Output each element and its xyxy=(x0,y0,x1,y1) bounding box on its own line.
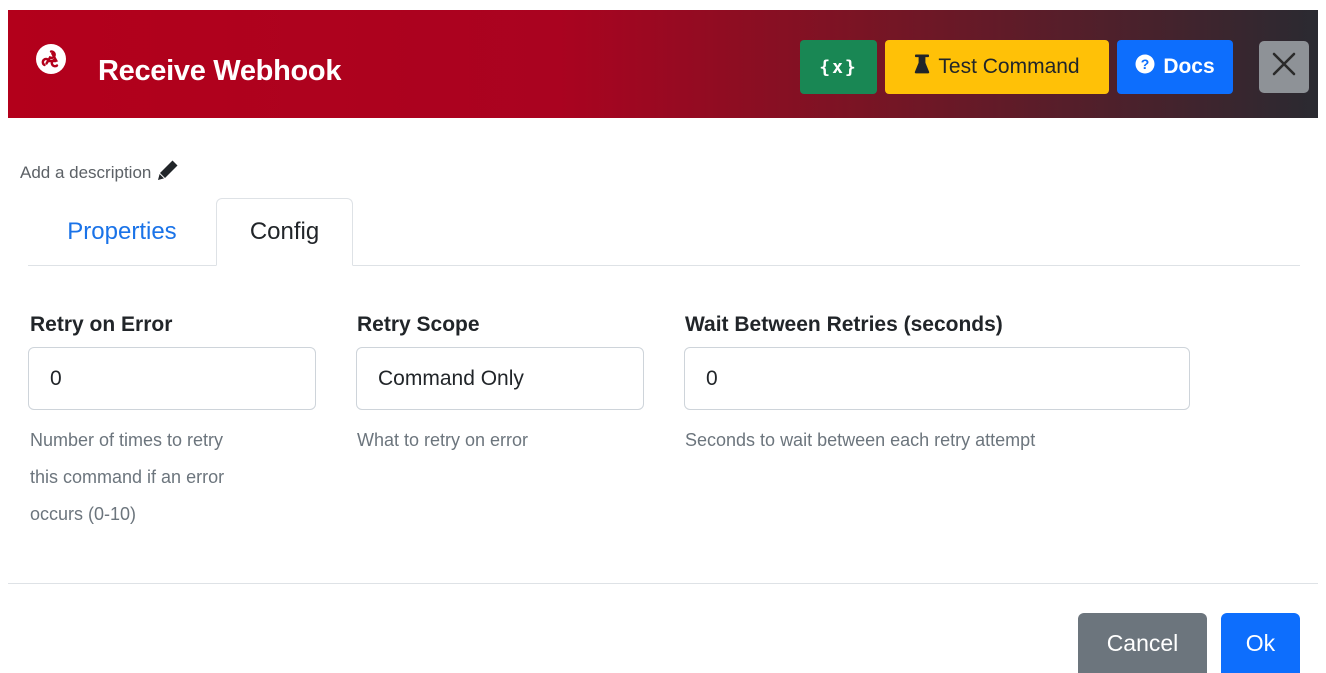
retry-scope-select[interactable]: Command Only xyxy=(356,347,644,410)
retry-on-error-value: 0 xyxy=(50,366,62,390)
svg-text:?: ? xyxy=(1141,56,1150,72)
variables-button[interactable]: {x} xyxy=(800,40,877,94)
retry-on-error-label: Retry on Error xyxy=(30,313,173,336)
close-button[interactable] xyxy=(1259,41,1309,93)
retry-on-error-input[interactable]: 0 xyxy=(28,347,316,410)
retry-scope-label: Retry Scope xyxy=(357,313,480,336)
docs-button[interactable]: ? Docs xyxy=(1117,40,1233,94)
ok-button-label: Ok xyxy=(1245,629,1276,656)
tab-config[interactable]: Config xyxy=(216,198,353,266)
ok-button[interactable]: Ok xyxy=(1221,613,1300,673)
retry-scope-value: Command Only xyxy=(378,366,524,390)
pencil-icon xyxy=(157,159,179,186)
description-text: Add a description xyxy=(20,162,152,182)
webhook-icon xyxy=(36,44,66,74)
cancel-button-label: Cancel xyxy=(1106,629,1179,656)
retry-on-error-help-line: occurs (0-10) xyxy=(30,504,137,524)
retry-on-error-help: Number of times to retry this command if… xyxy=(30,422,320,533)
modal-header: Receive Webhook {x} Test Command ? Docs xyxy=(8,10,1318,118)
modal-title: Receive Webhook xyxy=(98,55,342,87)
footer-divider xyxy=(8,583,1318,584)
variables-button-label: {x} xyxy=(819,56,858,78)
cancel-button[interactable]: Cancel xyxy=(1078,613,1207,673)
retry-scope-help: What to retry on error xyxy=(357,430,529,450)
test-command-label: Test Command xyxy=(938,55,1080,78)
test-command-button[interactable]: Test Command xyxy=(885,40,1109,94)
wait-between-retries-value: 0 xyxy=(706,366,718,390)
question-circle-icon: ? xyxy=(1135,54,1155,80)
wait-between-retries-label: Wait Between Retries (seconds) xyxy=(685,313,1003,336)
tab-properties-label: Properties xyxy=(67,218,177,245)
tab-properties[interactable]: Properties xyxy=(28,198,216,266)
docs-label: Docs xyxy=(1163,55,1215,78)
tab-config-label: Config xyxy=(249,218,320,245)
flask-icon xyxy=(914,54,930,80)
add-description[interactable]: Add a description xyxy=(20,159,179,186)
retry-on-error-help-line: this command if an error xyxy=(30,467,225,487)
retry-on-error-help-line: Number of times to retry xyxy=(30,430,224,450)
wait-between-retries-input[interactable]: 0 xyxy=(684,347,1190,410)
wait-between-retries-help: Seconds to wait between each retry attem… xyxy=(685,430,1036,450)
close-icon xyxy=(1270,50,1298,84)
